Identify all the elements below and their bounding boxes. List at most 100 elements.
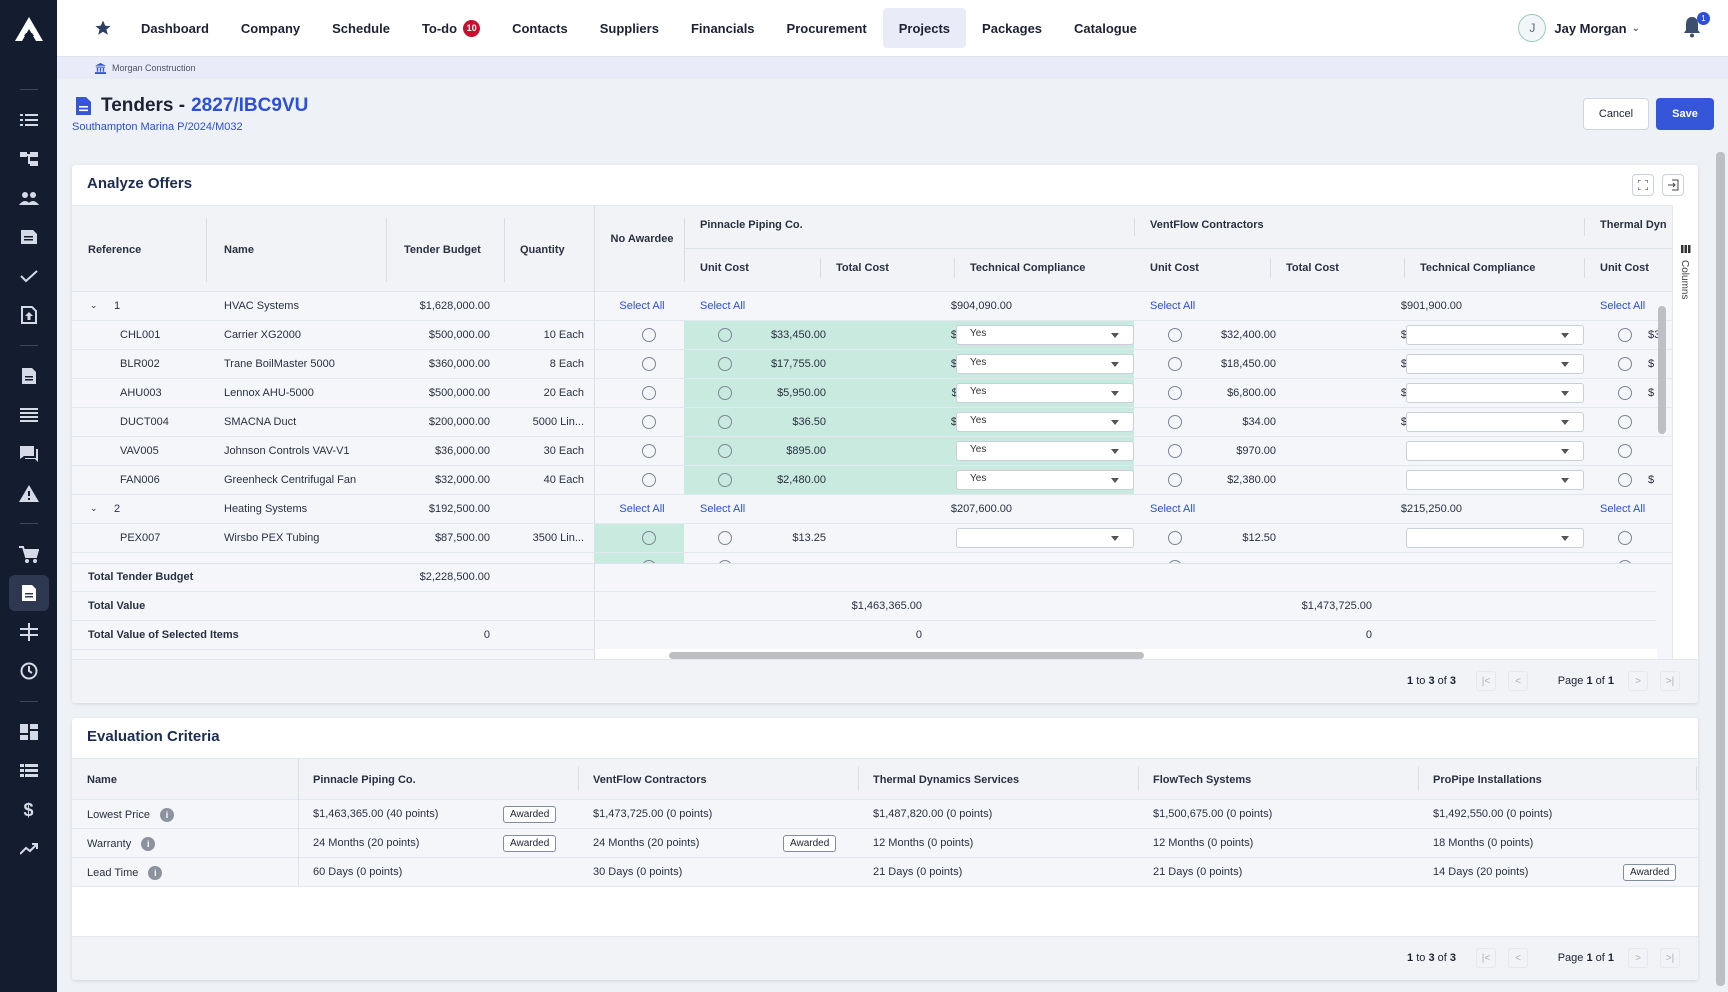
breadcrumb-company[interactable]: Morgan Construction <box>112 63 196 73</box>
sidebar-item-timesheets[interactable] <box>9 653 49 689</box>
header-total-cost[interactable]: Total Cost <box>836 262 889 274</box>
s2-compliance-select[interactable] <box>1406 528 1584 548</box>
eval-header-0[interactable]: Name <box>87 774 117 786</box>
page-scrollbar[interactable] <box>1716 152 1725 986</box>
s2-radio[interactable] <box>1168 531 1182 545</box>
column-divider[interactable] <box>1418 767 1419 791</box>
select-all-supplier[interactable]: Select All <box>1150 503 1195 515</box>
nav-financials[interactable]: Financials <box>675 8 771 48</box>
s1-radio[interactable] <box>718 531 732 545</box>
vertical-scrollbar[interactable] <box>1658 306 1666 434</box>
s1-compliance-select[interactable] <box>956 528 1134 548</box>
favorites-button[interactable] <box>89 19 117 37</box>
info-icon[interactable]: i <box>159 808 174 822</box>
column-divider[interactable] <box>1584 218 1585 236</box>
s1-compliance-select[interactable]: Yes <box>956 470 1134 490</box>
column-divider[interactable] <box>684 218 685 282</box>
s2-compliance-select[interactable] <box>1406 441 1584 461</box>
s2-radio[interactable] <box>1168 444 1182 458</box>
no-awardee-radio[interactable] <box>642 328 656 342</box>
nav-dashboard[interactable]: Dashboard <box>125 8 225 48</box>
column-divider[interactable] <box>578 767 579 791</box>
header-total-cost[interactable]: Total Cost <box>1286 262 1339 274</box>
s2-compliance-select[interactable] <box>1406 470 1584 490</box>
first-page-button[interactable]: |< <box>1476 671 1496 691</box>
save-button[interactable]: Save <box>1656 98 1714 130</box>
s1-compliance-select[interactable]: Yes <box>956 354 1134 374</box>
sidebar-item-messages[interactable] <box>9 436 49 472</box>
s2-radio[interactable] <box>1168 415 1182 429</box>
eval-header-2[interactable]: VentFlow Contractors <box>593 774 707 786</box>
sidebar-item-documents[interactable] <box>9 219 49 255</box>
s3-radio[interactable] <box>1618 531 1632 545</box>
expand-chevron-icon[interactable]: ⌄ <box>90 503 98 514</box>
s2-compliance-select[interactable] <box>1406 325 1584 345</box>
nav-contacts[interactable]: Contacts <box>496 8 584 48</box>
select-all-supplier[interactable]: Select All <box>1600 503 1645 515</box>
s1-radio[interactable] <box>718 473 732 487</box>
column-divider[interactable] <box>954 258 955 278</box>
no-awardee-radio[interactable] <box>642 415 656 429</box>
s1-radio[interactable] <box>718 357 732 371</box>
user-menu[interactable]: J Jay Morgan ⌄ <box>1518 14 1640 42</box>
header-unit-cost[interactable]: Unit Cost <box>700 262 749 274</box>
nav-company[interactable]: Company <box>225 8 316 48</box>
export-button[interactable] <box>1662 174 1684 196</box>
s1-radio[interactable] <box>718 415 732 429</box>
next-page-button[interactable]: > <box>1628 948 1648 968</box>
eval-header-4[interactable]: FlowTech Systems <box>1153 774 1251 786</box>
column-divider[interactable] <box>1404 258 1405 278</box>
no-awardee-radio[interactable] <box>642 444 656 458</box>
s2-radio[interactable] <box>1168 328 1182 342</box>
s2-compliance-select[interactable] <box>1406 354 1584 374</box>
s1-compliance-select[interactable]: Yes <box>956 383 1134 403</box>
header-technical-compliance[interactable]: Technical Compliance <box>1420 262 1535 274</box>
nav-schedule[interactable]: Schedule <box>316 8 406 48</box>
s1-compliance-select[interactable]: Yes <box>956 441 1134 461</box>
first-page-button[interactable]: |< <box>1476 948 1496 968</box>
sidebar-item-hierarchy[interactable] <box>9 141 49 177</box>
sidebar-item-issues[interactable] <box>9 475 49 511</box>
column-divider[interactable] <box>1696 767 1697 791</box>
sidebar-item-reports[interactable] <box>9 831 49 867</box>
column-divider[interactable] <box>504 218 505 282</box>
sidebar-item-list[interactable] <box>9 102 49 138</box>
info-icon[interactable]: i <box>141 837 156 851</box>
column-divider[interactable] <box>858 767 859 791</box>
s3-radio[interactable] <box>1618 357 1632 371</box>
project-link[interactable]: Southampton Marina P/2024/M032 <box>72 121 243 133</box>
previous-page-button[interactable]: < <box>1508 948 1528 968</box>
sidebar-item-register[interactable] <box>9 397 49 433</box>
select-all-supplier[interactable]: Select All <box>700 300 745 312</box>
info-icon[interactable]: i <box>148 866 163 880</box>
nav-catalogue[interactable]: Catalogue <box>1058 8 1153 48</box>
header-supplier-group[interactable]: Thermal Dyn <box>1600 219 1667 231</box>
no-awardee-radio[interactable] <box>642 473 656 487</box>
header-reference[interactable]: Reference <box>88 244 141 256</box>
previous-page-button[interactable]: < <box>1508 671 1528 691</box>
header-tender-budget[interactable]: Tender Budget <box>404 244 481 256</box>
s3-radio[interactable] <box>1618 328 1632 342</box>
sidebar-item-dashboard[interactable] <box>9 714 49 750</box>
nav-projects[interactable]: Projects <box>882 8 967 48</box>
nav-procurement[interactable]: Procurement <box>771 8 883 48</box>
s2-compliance-select[interactable] <box>1406 412 1584 432</box>
header-supplier-group[interactable]: Pinnacle Piping Co. <box>700 219 803 231</box>
sidebar-item-finance[interactable]: $ <box>9 792 49 828</box>
last-page-button[interactable]: >| <box>1660 948 1680 968</box>
nav-suppliers[interactable]: Suppliers <box>584 8 675 48</box>
fullscreen-button[interactable] <box>1632 174 1654 196</box>
cancel-button[interactable]: Cancel <box>1583 98 1649 130</box>
no-awardee-radio[interactable] <box>642 357 656 371</box>
header-technical-compliance[interactable]: Technical Compliance <box>970 262 1085 274</box>
app-logo[interactable] <box>0 0 57 57</box>
s1-radio[interactable] <box>718 444 732 458</box>
header-quantity[interactable]: Quantity <box>520 244 565 256</box>
header-supplier-group[interactable]: VentFlow Contractors <box>1150 219 1264 231</box>
sidebar-item-contacts[interactable] <box>9 180 49 216</box>
column-divider[interactable] <box>820 258 821 278</box>
no-awardee-radio[interactable] <box>642 531 656 545</box>
column-divider[interactable] <box>206 218 207 282</box>
expand-chevron-icon[interactable]: ⌄ <box>90 300 98 311</box>
notifications-button[interactable]: 1 <box>1682 12 1710 40</box>
